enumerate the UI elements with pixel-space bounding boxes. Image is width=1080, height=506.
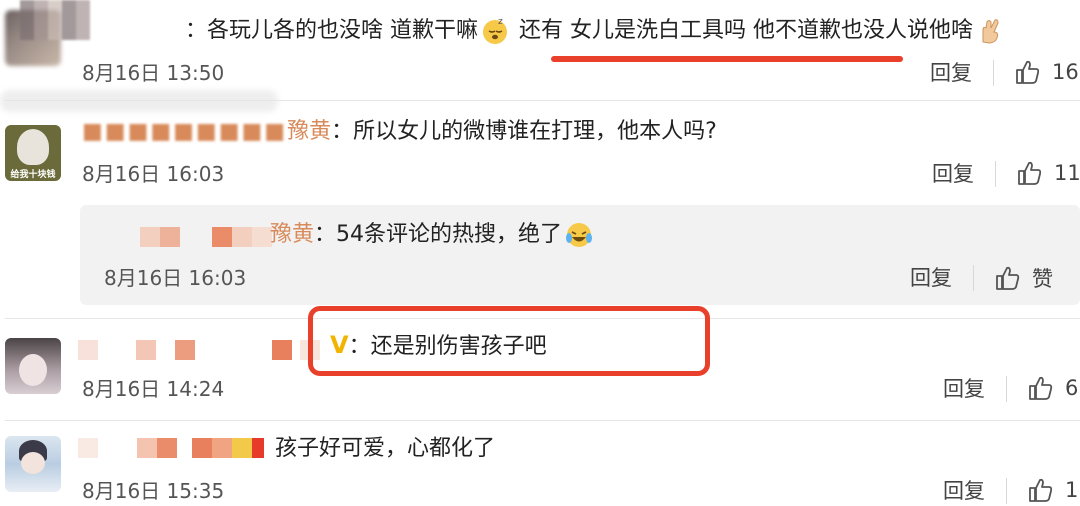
thumbs-up-icon (1029, 478, 1053, 502)
separator (1006, 376, 1007, 402)
separator (973, 265, 974, 291)
censor-pixel (137, 438, 157, 458)
censor-pixel (192, 438, 212, 458)
like-count: 6 (1065, 376, 1079, 400)
thumbs-up-icon (1016, 60, 1040, 84)
crying-laughing-emoji-icon (564, 220, 594, 250)
thumbs-up-icon (1029, 376, 1053, 400)
comment-text: 孩子好可爱，心都化了 (275, 436, 496, 461)
username-partial[interactable]: 豫黄 (287, 119, 331, 144)
censor-pixel (252, 227, 272, 247)
comment-text: 豫黄：54条评论的热搜，绝了 (270, 220, 596, 250)
censor-pixel (157, 438, 177, 458)
like-button[interactable]: 16 (1014, 58, 1079, 86)
sleepy-emoji-icon: z (480, 16, 510, 46)
censor-pixel-block (20, 0, 90, 40)
reply-button[interactable]: 回复 (943, 478, 985, 504)
avatar-figure (17, 129, 49, 165)
comment-text: ■■■■■■■■■豫黄：所以女儿的微博谁在打理，他本人吗? (82, 119, 717, 144)
blurred-username[interactable]: ■■■■■■■■■ (82, 119, 287, 144)
divider (5, 420, 1080, 421)
comment-time: 8月16日 16:03 (82, 162, 225, 186)
comment-text: V：还是别伤害孩子吧 (330, 331, 547, 359)
highlight-underline (551, 56, 903, 62)
avatar[interactable] (5, 338, 61, 394)
separator (995, 161, 996, 187)
censor-pixel (232, 227, 252, 247)
like-button[interactable]: 11 (1016, 159, 1080, 187)
reply-button[interactable]: 回复 (943, 376, 985, 402)
censor-pixel (232, 438, 252, 458)
thumbs-up-icon (1018, 161, 1042, 185)
avatar[interactable]: 给我十块钱 (5, 125, 61, 181)
censor-pixel (212, 227, 232, 247)
censor-pixel (136, 340, 156, 360)
thumbs-up-icon (996, 266, 1020, 290)
censor-strip (0, 90, 278, 112)
censor-pixel (272, 340, 292, 360)
reply-button[interactable]: 回复 (932, 161, 974, 187)
like-count: 1 (1065, 478, 1079, 502)
divider (5, 100, 1080, 101)
like-button[interactable]: 赞 (994, 263, 1053, 293)
comment-text: ：各玩儿各的也没啥 道歉干嘛 z 还有 女儿是洗白工具吗 他不道歉也没人说他啥 (185, 16, 1007, 46)
censor-pixel (212, 438, 232, 458)
like-label: 赞 (1032, 267, 1053, 291)
like-button[interactable]: 6 (1027, 374, 1078, 402)
comment-time: 8月16日 15:35 (82, 479, 225, 503)
censor-pixel (140, 227, 160, 247)
like-button[interactable]: 1 (1027, 476, 1078, 504)
svg-text:z: z (498, 17, 503, 27)
separator (993, 60, 994, 86)
avatar-caption: 给我十块钱 (10, 170, 56, 180)
verified-badge-icon: V (330, 331, 349, 359)
avatar-face (19, 354, 47, 386)
censor-pixel (78, 438, 98, 458)
censor-pixel (160, 227, 180, 247)
comment-time: 8月16日 13:50 (82, 61, 225, 85)
reply-button[interactable]: 回复 (910, 265, 952, 291)
reply-button[interactable]: 回复 (930, 60, 972, 86)
comment-time: 8月16日 16:03 (104, 266, 247, 290)
hand-gesture-emoji-icon (975, 16, 1005, 46)
separator (1006, 478, 1007, 504)
username-partial[interactable]: 豫黄 (270, 222, 314, 247)
comment-time: 8月16日 14:24 (82, 377, 225, 401)
censor-pixel (175, 340, 195, 360)
avatar-face (21, 452, 45, 474)
like-count: 16 (1052, 60, 1079, 84)
nested-reply-box: 豫黄：54条评论的热搜，绝了 8月16日 16:03 回复 赞 (80, 205, 1080, 305)
censor-pixel (78, 340, 98, 360)
censor-pixel (252, 438, 264, 458)
avatar[interactable] (5, 436, 61, 492)
like-count: 11 (1054, 161, 1080, 185)
